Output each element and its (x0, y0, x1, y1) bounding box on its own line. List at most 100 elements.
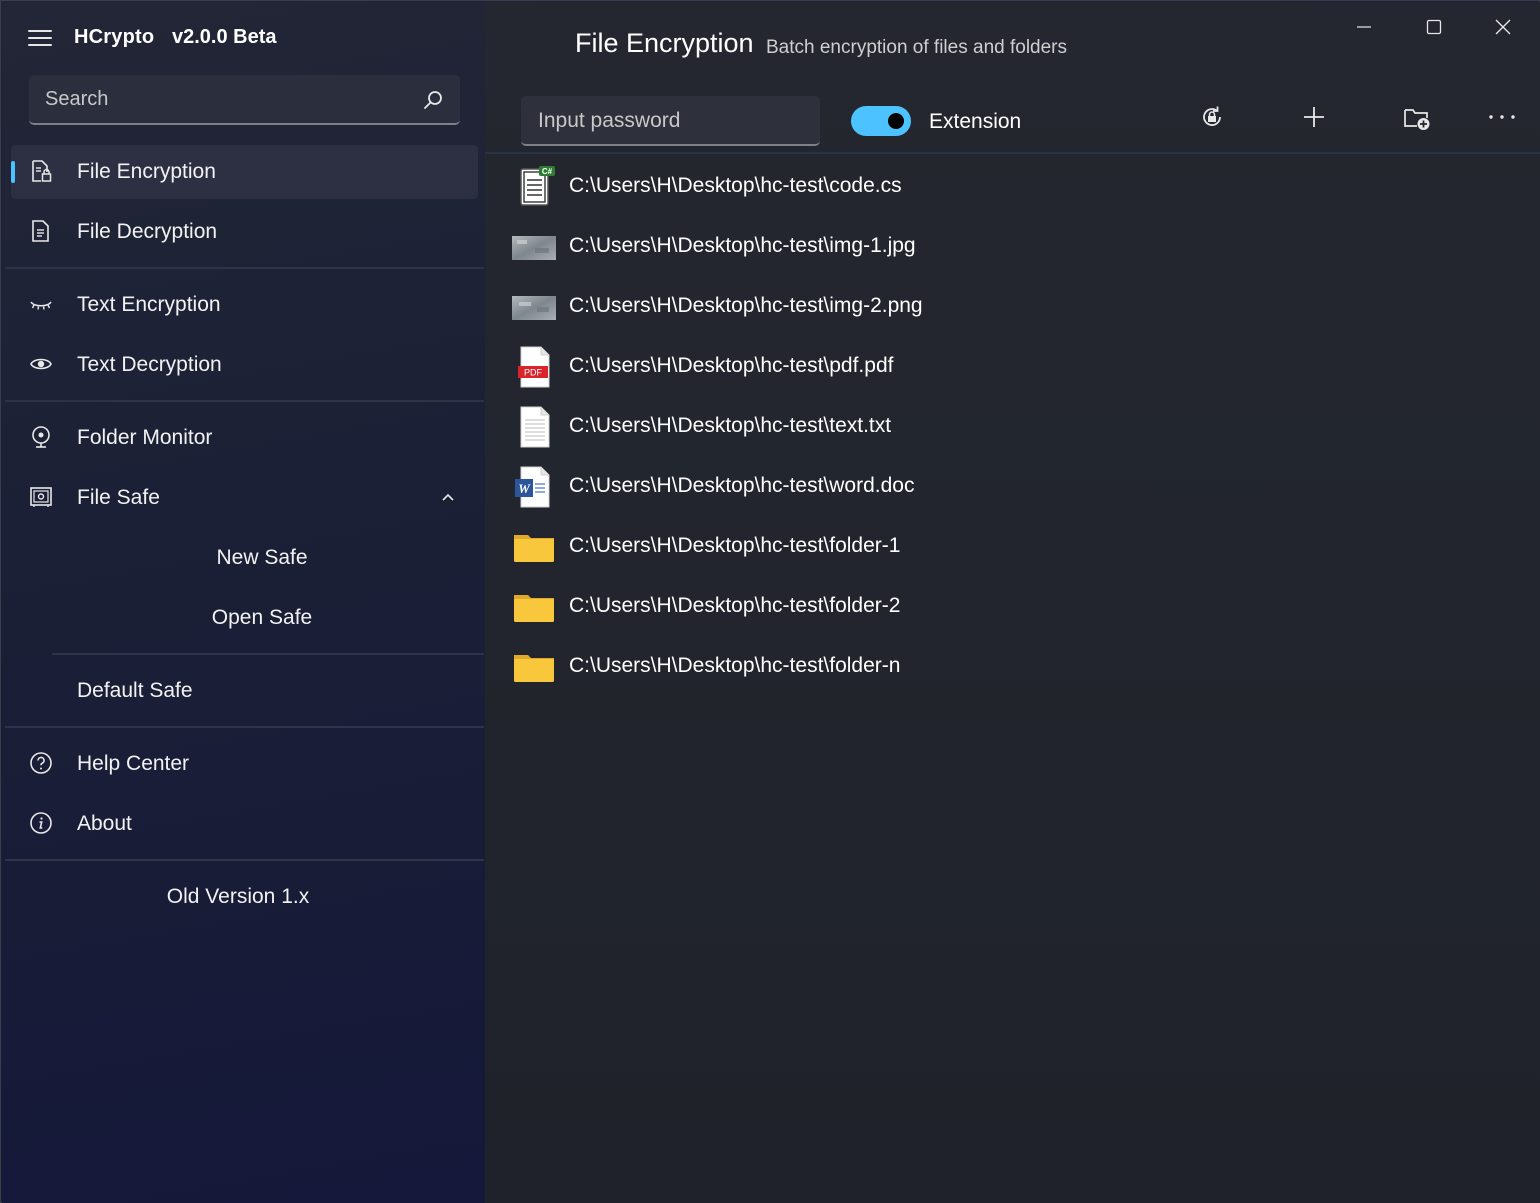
plus-icon (1304, 107, 1324, 127)
sidebar-item-help-center[interactable]: Help Center (11, 737, 478, 791)
sidebar-item-file-encryption[interactable]: File Encryption (11, 145, 478, 199)
file-list-item[interactable]: PDF C:\Users\H\Desktop\hc-test\pdf.pdf (505, 338, 1205, 394)
main-content: File Encryption Batch encryption of file… (485, 2, 1540, 1203)
app-version: v2.0.0 Beta (172, 26, 277, 48)
file-list-item[interactable]: C:\Users\H\Desktop\hc-test\folder-2 (505, 578, 1205, 634)
extension-toggle[interactable] (851, 106, 911, 136)
maximize-button[interactable] (1411, 10, 1457, 44)
sidebar-divider (5, 400, 484, 402)
image-file-icon (512, 236, 556, 260)
eye-closed-icon (30, 301, 52, 310)
sidebar-item-label: New Safe (216, 546, 308, 569)
sidebar-item-text-encryption[interactable]: Text Encryption (11, 278, 478, 332)
sidebar-item-label: Open Safe (211, 606, 313, 629)
app-title: HCrypto (74, 26, 155, 48)
password-input[interactable]: Input password (521, 96, 820, 146)
file-list-item[interactable]: W C:\Users\H\Desktop\hc-test\word.doc (505, 458, 1205, 514)
minimize-button[interactable] (1341, 10, 1387, 44)
sidebar-item-new-safe[interactable]: New Safe (52, 531, 472, 585)
encrypt-button[interactable] (1187, 96, 1235, 136)
add-file-button[interactable] (1289, 96, 1337, 136)
chevron-up-icon[interactable] (440, 489, 456, 505)
folder-icon (514, 655, 554, 682)
text-file-icon (520, 406, 550, 448)
close-button[interactable] (1480, 10, 1526, 44)
minimize-icon (1357, 26, 1371, 28)
sidebar-item-label: Default Safe (77, 679, 193, 702)
csharp-file-icon: C# (520, 166, 555, 206)
sidebar-item-text-decryption[interactable]: Text Decryption (11, 338, 478, 392)
sidebar-item-label: About (77, 812, 132, 835)
sidebar-divider (5, 267, 484, 269)
file-path: C:\Users\H\Desktop\hc-test\pdf.pdf (569, 354, 894, 377)
file-path: C:\Users\H\Desktop\hc-test\folder-1 (569, 534, 901, 557)
sidebar-item-label: File Encryption (77, 160, 216, 183)
sidebar-item-file-decryption[interactable]: File Decryption (11, 205, 478, 259)
toolbar-divider (485, 152, 1540, 154)
page-title: File Encryption (575, 28, 754, 58)
sidebar-item-label: Text Decryption (77, 353, 222, 376)
file-list-item[interactable]: C:\Users\H\Desktop\hc-test\img-1.jpg (505, 218, 1205, 274)
file-lock-icon (32, 160, 52, 182)
file-list-item[interactable]: C:\Users\H\Desktop\hc-test\text.txt (505, 398, 1205, 454)
sidebar-item-open-safe[interactable]: Open Safe (52, 591, 472, 645)
file-path: C:\Users\H\Desktop\hc-test\word.doc (569, 474, 915, 497)
file-path: C:\Users\H\Desktop\hc-test\img-1.jpg (569, 234, 916, 257)
folder-icon (514, 535, 554, 562)
app-header: HCrypto v2.0.0 Beta (2, 2, 485, 74)
sidebar-divider (5, 726, 484, 728)
folder-icon (514, 595, 554, 622)
add-folder-button[interactable] (1391, 96, 1439, 136)
safe-icon (30, 487, 52, 507)
sidebar-item-label: Text Encryption (77, 293, 221, 316)
app-window: HCrypto v2.0.0 Beta Search File Encrypti… (0, 0, 1540, 1203)
sidebar-item-label: Folder Monitor (77, 426, 213, 449)
sidebar-item-label: Help Center (77, 752, 190, 775)
search-box[interactable]: Search (29, 75, 460, 125)
image-file-icon (512, 296, 556, 320)
document-icon (32, 220, 49, 242)
navigation-pane: HCrypto v2.0.0 Beta Search File Encrypti… (2, 2, 485, 1203)
svg-text:C#: C# (542, 167, 553, 176)
sidebar-item-old-version[interactable]: Old Version 1.x (28, 870, 448, 924)
eye-icon (30, 358, 52, 370)
webcam-icon (32, 426, 50, 448)
more-options-button[interactable] (1475, 96, 1523, 136)
folder-add-icon (1404, 109, 1430, 130)
search-placeholder: Search (45, 88, 109, 110)
selection-indicator (11, 161, 15, 183)
file-list-item[interactable]: C# C:\Users\H\Desktop\hc-test\code.cs (505, 158, 1205, 214)
maximize-icon (1426, 19, 1442, 35)
search-icon[interactable] (422, 89, 444, 111)
sidebar-item-file-safe[interactable]: File Safe (11, 471, 478, 525)
sidebar-item-label: Old Version 1.x (166, 885, 310, 908)
file-path: C:\Users\H\Desktop\hc-test\text.txt (569, 414, 892, 437)
lock-refresh-icon (1203, 106, 1221, 126)
file-list-item[interactable]: C:\Users\H\Desktop\hc-test\folder-1 (505, 518, 1205, 574)
sidebar-divider (52, 653, 484, 655)
extension-toggle-label: Extension (929, 110, 1022, 133)
file-path: C:\Users\H\Desktop\hc-test\img-2.png (569, 294, 923, 317)
question-icon (30, 752, 52, 774)
page-subtitle: Batch encryption of files and folders (766, 37, 1068, 58)
file-list-item[interactable]: C:\Users\H\Desktop\hc-test\img-2.png (505, 278, 1205, 334)
close-icon (1495, 19, 1511, 35)
sidebar-item-folder-monitor[interactable]: Folder Monitor (11, 411, 478, 465)
more-icon (1489, 115, 1515, 119)
file-list-item[interactable]: C:\Users\H\Desktop\hc-test\folder-n (505, 638, 1205, 694)
word-file-icon: W (515, 466, 550, 508)
file-path: C:\Users\H\Desktop\hc-test\folder-2 (569, 594, 901, 617)
file-path: C:\Users\H\Desktop\hc-test\folder-n (569, 654, 901, 677)
pdf-file-icon: PDF (518, 346, 550, 388)
sidebar-item-about[interactable]: About (11, 797, 478, 851)
info-icon (30, 812, 52, 834)
toggle-knob (888, 113, 904, 129)
svg-text:W: W (518, 481, 531, 496)
hamburger-menu-icon[interactable] (28, 30, 52, 48)
svg-text:PDF: PDF (524, 368, 543, 378)
file-path: C:\Users\H\Desktop\hc-test\code.cs (569, 174, 902, 197)
password-placeholder: Input password (538, 109, 681, 132)
sidebar-divider (5, 859, 484, 861)
sidebar-item-label: File Safe (77, 486, 160, 509)
sidebar-item-default-safe[interactable]: Default Safe (11, 664, 478, 718)
